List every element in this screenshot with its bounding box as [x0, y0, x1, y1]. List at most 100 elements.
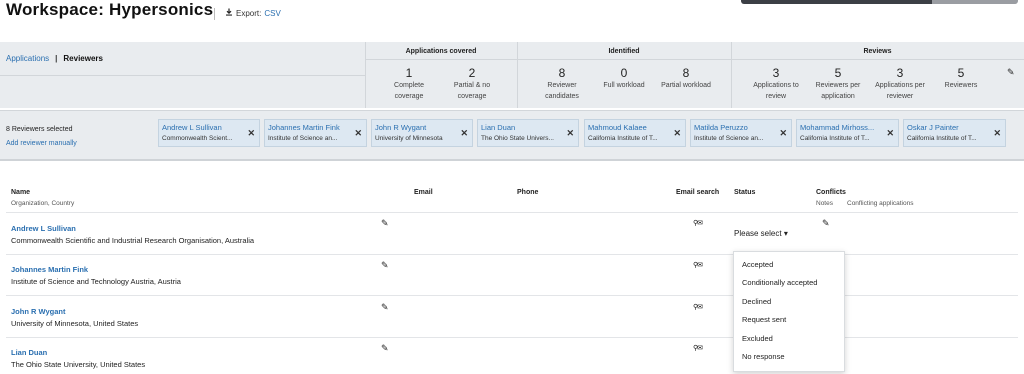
tab-applications[interactable]: Applications: [6, 54, 49, 63]
stat-value: 5: [957, 66, 965, 80]
stat-label: Reviewer: [547, 82, 577, 89]
chip-org: Commonwealth Scient...: [162, 135, 233, 142]
reviewer-chip[interactable]: Lian Duan The Ohio State Univers... ✕: [477, 119, 579, 147]
stat-label: Applications per: [875, 82, 925, 89]
chip-name: Mohammad Mirhoss...: [800, 123, 875, 132]
stat-value: 1: [405, 66, 413, 80]
close-icon[interactable]: ✕: [566, 128, 574, 139]
add-reviewer-manually-link[interactable]: Add reviewer manually: [6, 140, 77, 147]
close-icon[interactable]: ✕: [993, 128, 1001, 139]
group-title-reviews: Reviews: [863, 48, 892, 55]
column-header-email-search: Email search: [676, 189, 720, 196]
status-option-declined[interactable]: Declined: [742, 297, 771, 306]
reviewer-organization: University of Minnesota, United States: [11, 319, 139, 328]
column-subheader-organization: Organization, Country: [11, 200, 75, 207]
reviewer-name-link[interactable]: Lian Duan: [11, 348, 47, 357]
stat-partial-no-coverage: 2 Partial & no coverage: [443, 66, 501, 102]
close-icon[interactable]: ✕: [460, 128, 468, 139]
search-mail-icon[interactable]: ⚲✉: [693, 344, 703, 352]
stat-label: Applications to: [753, 82, 799, 89]
reviewer-name-link[interactable]: Johannes Martin Fink: [11, 265, 88, 274]
reviewer-chip[interactable]: Johannes Martin Fink Institute of Scienc…: [264, 119, 367, 147]
status-option-no-response[interactable]: No response: [742, 352, 785, 361]
close-icon[interactable]: ✕: [247, 128, 255, 139]
chip-name: Mahmoud Kalaee: [588, 123, 647, 132]
status-dropdown-menu: Accepted Conditionally accepted Declined…: [733, 251, 845, 372]
column-header-email[interactable]: Email: [414, 189, 433, 196]
row-divider: [6, 254, 1018, 255]
reviewer-name-link[interactable]: John R Wygant: [11, 307, 65, 316]
pencil-icon[interactable]: ✎: [381, 260, 389, 271]
status-option-request-sent[interactable]: Request sent: [742, 315, 786, 324]
reviewer-chip[interactable]: Oskar J Painter California Institute of …: [903, 119, 1006, 147]
column-subheader-notes: Notes: [816, 200, 833, 207]
column-header-name[interactable]: Name: [11, 189, 30, 196]
reviewer-chip[interactable]: John R Wygant University of Minnesota ✕: [371, 119, 473, 147]
chip-name: Oskar J Painter: [907, 123, 959, 132]
tab-reviewers[interactable]: Reviewers: [63, 54, 103, 63]
stat-complete-coverage: 1 Complete coverage: [380, 66, 438, 102]
reviewer-chip[interactable]: Matilda Peruzzo Institute of Science an.…: [690, 119, 792, 147]
reviewer-chip[interactable]: Andrew L Sullivan Commonwealth Scient...…: [158, 119, 260, 147]
caret-down-icon: ▾: [783, 229, 788, 238]
status-option-excluded[interactable]: Excluded: [742, 334, 773, 343]
column-header-status[interactable]: Status: [734, 189, 755, 196]
stat-label: Partial & no: [453, 82, 491, 89]
status-option-accepted[interactable]: Accepted: [742, 260, 773, 269]
stat-label: Full workload: [603, 82, 645, 89]
download-icon[interactable]: [225, 8, 233, 18]
stat-value: 3: [896, 66, 904, 80]
chip-name: Matilda Peruzzo: [694, 123, 748, 132]
stat-value: 2: [468, 66, 476, 80]
chip-org: University of Minnesota: [375, 135, 443, 142]
close-icon[interactable]: ✕: [354, 128, 362, 139]
export-label: Export:: [236, 8, 262, 18]
top-progress-bar: [741, 0, 1018, 4]
reviewer-chip[interactable]: Mahmoud Kalaee California Institute of T…: [584, 119, 686, 147]
stat-applications-per-reviewer: 3 Applications per reviewer: [868, 66, 932, 102]
close-icon[interactable]: ✕: [779, 128, 787, 139]
export-control: Export: CSV: [225, 8, 281, 18]
column-header-conflicts: Conflicts: [816, 189, 846, 196]
close-icon[interactable]: ✕: [673, 128, 681, 139]
stat-label: Complete: [394, 82, 424, 89]
stat-partial-workload: 8 Partial workload: [655, 66, 717, 91]
pencil-icon[interactable]: ✎: [1007, 67, 1015, 78]
stat-label: coverage: [394, 93, 424, 100]
stat-full-workload: 0 Full workload: [596, 66, 652, 91]
chip-org: The Ohio State Univers...: [481, 135, 554, 142]
chip-name: John R Wygant: [375, 123, 427, 132]
close-icon[interactable]: ✕: [886, 128, 894, 139]
stat-label: Reviewers: [944, 82, 978, 89]
row-divider: [6, 295, 1018, 296]
pencil-icon[interactable]: ✎: [381, 302, 389, 313]
stat-label: candidates: [545, 93, 579, 100]
view-tabs: Applications | Reviewers: [6, 54, 103, 63]
stat-value: 5: [834, 66, 842, 80]
status-select[interactable]: Please select ▾: [734, 229, 788, 238]
search-mail-icon[interactable]: ⚲✉: [693, 219, 703, 227]
stat-applications-to-review: 3 Applications to review: [745, 66, 807, 102]
stat-reviewer-candidates: 8 Reviewer candidates: [533, 66, 591, 102]
row-divider: [6, 337, 1018, 338]
group-title-applications-covered: Applications covered: [405, 48, 477, 55]
search-mail-icon[interactable]: ⚲✉: [693, 261, 703, 269]
pencil-icon[interactable]: ✎: [822, 218, 830, 229]
chip-name: Lian Duan: [481, 123, 516, 132]
stat-label: reviewer: [886, 93, 914, 100]
status-option-conditionally-accepted[interactable]: Conditionally accepted: [742, 278, 817, 287]
chip-org: Institute of Science an...: [268, 135, 338, 142]
chip-name: Andrew L Sullivan: [162, 123, 222, 132]
selected-count: 8 Reviewers selected: [6, 126, 73, 133]
column-header-phone[interactable]: Phone: [517, 189, 538, 196]
pencil-icon[interactable]: ✎: [381, 343, 389, 354]
stat-label: Partial workload: [661, 82, 711, 89]
stat-label: coverage: [457, 93, 487, 100]
export-csv-link[interactable]: CSV: [264, 9, 280, 18]
search-mail-icon[interactable]: ⚲✉: [693, 303, 703, 311]
pencil-icon[interactable]: ✎: [381, 218, 389, 229]
stat-reviewers: 5 Reviewers: [935, 66, 987, 91]
reviewer-chip[interactable]: Mohammad Mirhoss... California Institute…: [796, 119, 899, 147]
column-subheader-conflicting-applications: Conflicting applications: [847, 200, 914, 207]
reviewer-name-link[interactable]: Andrew L Sullivan: [11, 224, 76, 233]
